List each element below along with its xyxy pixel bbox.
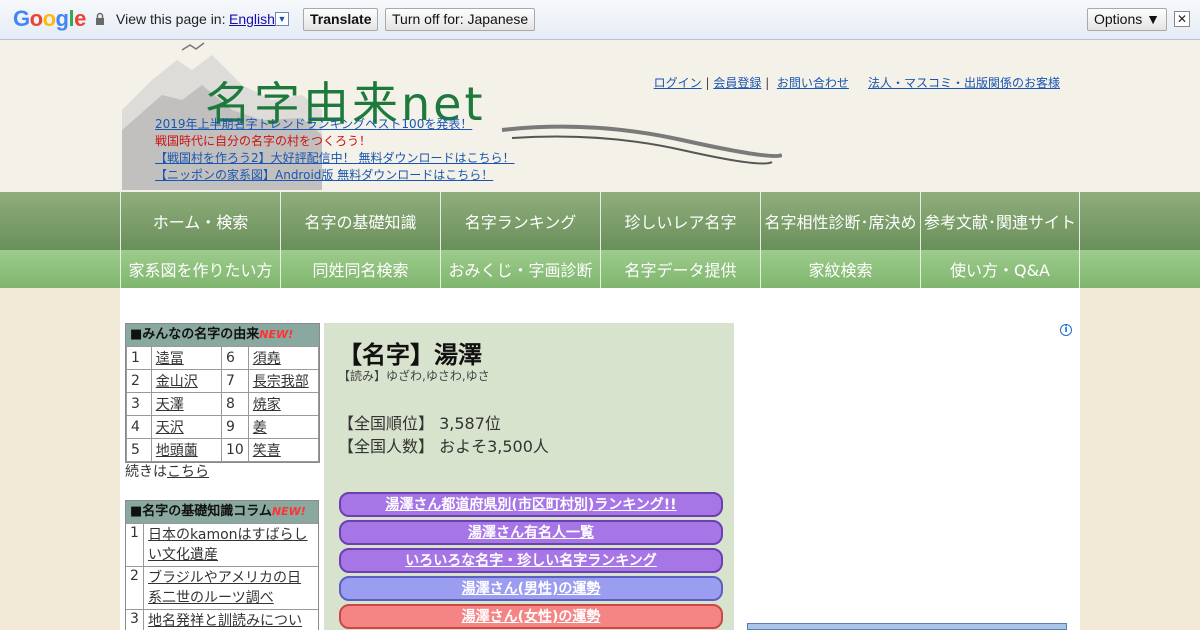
- info-icon[interactable]: i: [1060, 324, 1072, 336]
- nav-ranking[interactable]: 名字ランキング: [440, 192, 600, 250]
- surname-reading: 【読み】ゆざわ,ゆさわ,ゆさ: [338, 369, 490, 383]
- table-row: 2 金山沢 7 長宗我部: [126, 369, 320, 393]
- nav-howto[interactable]: 使い方・Q&A: [920, 250, 1080, 288]
- nav-basics[interactable]: 名字の基礎知識: [280, 192, 440, 250]
- corporate-link[interactable]: 法人・マスコミ・出版関係のお客様: [868, 76, 1060, 90]
- column-link[interactable]: 地名発祥と訓読みについて: [148, 613, 302, 630]
- new-badge: NEW!: [259, 328, 294, 341]
- content-area: ■みんなの名字の由来NEW! 1 逵冨 6 須堯 2 金山沢 7 長宗我部 3 …: [120, 288, 1080, 630]
- surname-link[interactable]: 天澤: [156, 397, 184, 413]
- page-title: 【名字】湯澤: [338, 341, 482, 369]
- surname-link[interactable]: 逵冨: [156, 351, 184, 367]
- site-header: 名字由来net 2019年上半期名字トレンドランキングベスト100を発表！ 戦国…: [0, 40, 1200, 192]
- surname-link[interactable]: 長宗我部: [253, 374, 309, 390]
- surname-link[interactable]: 姜: [253, 420, 267, 436]
- male-fortune-button[interactable]: 湯澤さん(男性)の運勢: [339, 576, 723, 601]
- surname-panel: 【名字】湯澤 【読み】ゆざわ,ゆさわ,ゆさ 【全国順位】 3,587位 【全国人…: [324, 323, 734, 630]
- column-box: ■名字の基礎知識コラムNEW! 1 日本のkamonはすばらしい文化遺産 2 ブ…: [125, 500, 319, 630]
- news-text-village: 戦国時代に自分の名字の村をつくろう！: [155, 134, 372, 148]
- news-link-android[interactable]: 【ニッポンの家系図】Android版 無料ダウンロードはこちら！: [155, 166, 493, 183]
- origins-heading: ■みんなの名字の由来NEW!: [126, 324, 319, 346]
- nav-data[interactable]: 名字データ提供: [600, 250, 760, 288]
- surname-link[interactable]: 天沢: [156, 420, 184, 436]
- column-link[interactable]: 日本のkamonはすばらしい文化遺産: [148, 527, 308, 563]
- translate-bar: Google View this page in: English ▼ Tran…: [0, 0, 1200, 40]
- column-link[interactable]: ブラジルやアメリカの日系二世のルーツ調べ: [148, 570, 301, 606]
- chevron-down-icon[interactable]: ▼: [275, 12, 289, 26]
- nav-kamon[interactable]: 家紋検索: [760, 250, 920, 288]
- surname-link[interactable]: 地頭薗: [156, 443, 198, 459]
- national-population: 【全国人数】 およそ3,500人: [338, 437, 549, 456]
- news-link-trend[interactable]: 2019年上半期名字トレンドランキングベスト100を発表！: [155, 115, 472, 132]
- view-page-label: View this page in:: [116, 11, 226, 27]
- nav-family-tree[interactable]: 家系図を作りたい方: [120, 250, 280, 288]
- translate-button[interactable]: Translate: [303, 8, 379, 31]
- prefecture-ranking-button[interactable]: 湯澤さん都道府県別(市区町村別)ランキング!!: [339, 492, 723, 517]
- language-link[interactable]: English: [229, 11, 275, 27]
- new-badge: NEW!: [271, 505, 306, 518]
- ad-banner[interactable]: [747, 623, 1067, 630]
- google-logo: Google: [13, 6, 86, 31]
- table-row: 1 逵冨 6 須堯: [126, 346, 320, 370]
- table-row: 3 天澤 8 焼家: [126, 392, 320, 416]
- rare-ranking-button[interactable]: いろいろな名字・珍しい名字ランキング: [339, 548, 723, 573]
- secondary-nav: 家系図を作りたい方 同姓同名検索 おみくじ・字画診断 名字データ提供 家紋検索 …: [0, 250, 1200, 288]
- table-row: 4 天沢 9 姜: [126, 415, 320, 439]
- surname-link[interactable]: 焼家: [253, 397, 281, 413]
- origins-box: ■みんなの名字の由来NEW! 1 逵冨 6 須堯 2 金山沢 7 長宗我部 3 …: [125, 323, 320, 463]
- close-icon[interactable]: ✕: [1174, 11, 1190, 27]
- list-item: 2 ブラジルやアメリカの日系二世のルーツ調べ: [126, 566, 318, 609]
- turn-off-button[interactable]: Turn off for: Japanese: [385, 8, 536, 31]
- header-links: ログイン | 会員登録 | お問い合わせ 法人・マスコミ・出版関係のお客様: [653, 76, 1060, 90]
- nav-compatibility[interactable]: 名字相性診断･席決め: [760, 192, 920, 250]
- more-link[interactable]: こちら: [167, 464, 209, 480]
- national-rank: 【全国順位】 3,587位: [338, 414, 501, 433]
- login-link[interactable]: ログイン: [654, 76, 702, 90]
- list-item: 1 日本のkamonはすばらしい文化遺産: [126, 523, 318, 566]
- contact-link[interactable]: お問い合わせ: [777, 76, 849, 90]
- options-button[interactable]: Options ▼: [1087, 8, 1167, 31]
- nav-rare[interactable]: 珍しいレア名字: [600, 192, 760, 250]
- celebrities-button[interactable]: 湯澤さん有名人一覧: [339, 520, 723, 545]
- surname-link[interactable]: 須堯: [253, 351, 281, 367]
- table-row: 5 地頭薗 10 笑喜: [126, 438, 320, 462]
- nav-home[interactable]: ホーム・検索: [120, 192, 280, 250]
- nav-references[interactable]: 参考文献･関連サイト: [920, 192, 1080, 250]
- primary-nav: ホーム・検索 名字の基礎知識 名字ランキング 珍しいレア名字 名字相性診断･席決…: [0, 192, 1200, 250]
- lock-icon: [96, 12, 104, 25]
- more-origins: 続きはこちら: [125, 464, 209, 480]
- column-heading: ■名字の基礎知識コラムNEW!: [126, 501, 318, 523]
- list-item: 3 地名発祥と訓読みについて: [126, 609, 318, 630]
- nav-same-name[interactable]: 同姓同名検索: [280, 250, 440, 288]
- surname-link[interactable]: 笑喜: [253, 443, 281, 459]
- surname-link[interactable]: 金山沢: [156, 374, 198, 390]
- origins-table: 1 逵冨 6 須堯 2 金山沢 7 長宗我部 3 天澤 8 焼家 4 天沢 9: [126, 346, 320, 462]
- register-link[interactable]: 会員登録: [713, 76, 761, 90]
- nav-omikuji[interactable]: おみくじ・字画診断: [440, 250, 600, 288]
- news-link-sengoku[interactable]: 【戦国村を作ろう2】大好評配信中！ 無料ダウンロードはこちら！: [155, 149, 514, 166]
- female-fortune-button[interactable]: 湯澤さん(女性)の運勢: [339, 604, 723, 629]
